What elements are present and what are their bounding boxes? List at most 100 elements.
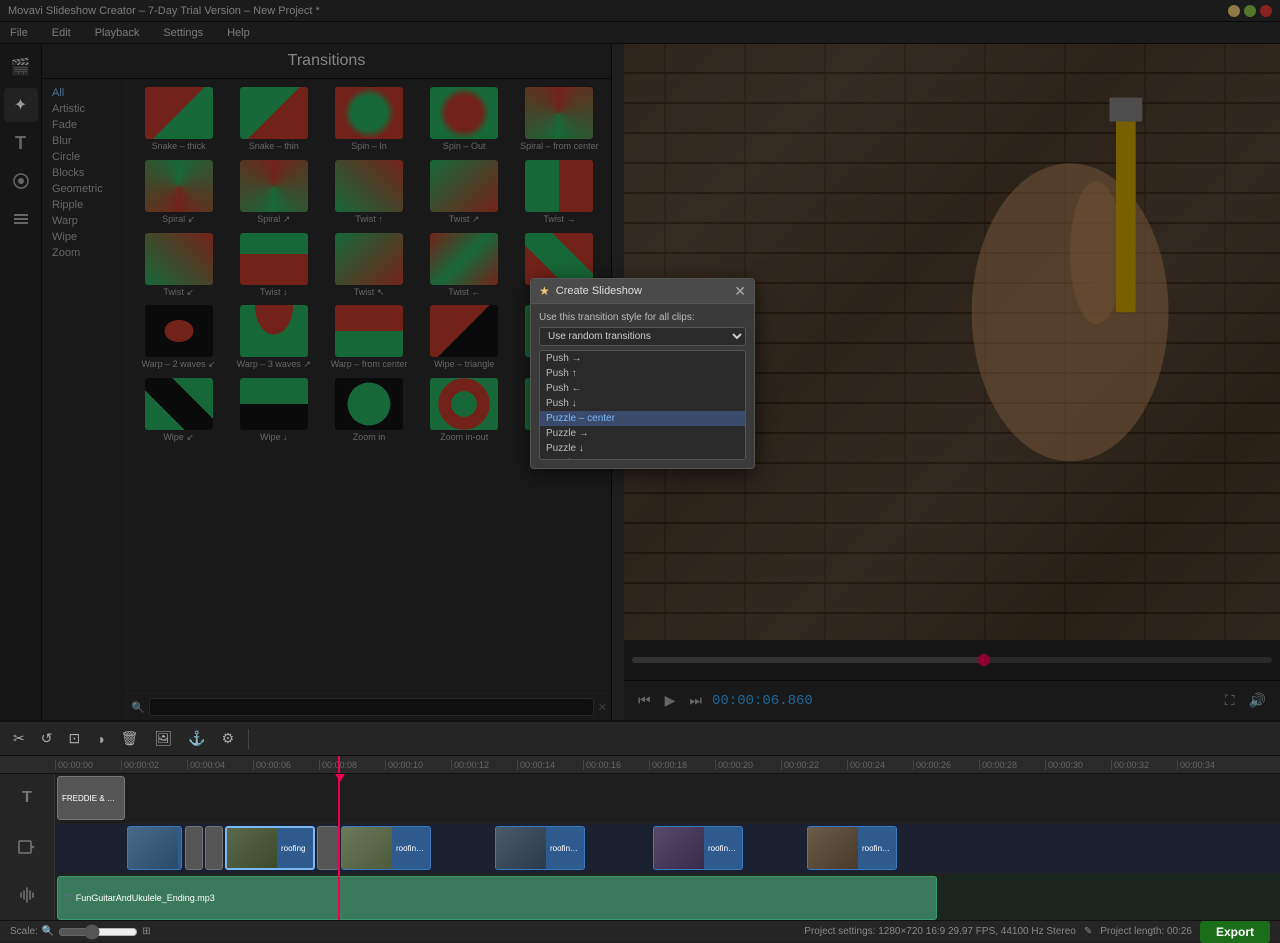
crop-button[interactable]: ⊡: [63, 727, 85, 750]
cat-fade[interactable]: Fade: [46, 117, 122, 133]
cut-tool-button[interactable]: ✂: [8, 727, 30, 750]
transition-spin-out[interactable]: Spin – Out: [419, 85, 510, 154]
clip-roofing4[interactable]: roofing 4.jpg: [653, 826, 743, 870]
maximize-btn[interactable]: [1244, 5, 1256, 17]
fast-forward-button[interactable]: ⏭: [685, 690, 706, 711]
list-item-push-up[interactable]: Push ↑: [540, 366, 745, 381]
zoom-in-icon[interactable]: ⊞: [142, 926, 150, 937]
cat-all[interactable]: All: [46, 85, 122, 101]
audio-clip[interactable]: 🎵 FunGuitarAndUkulele_Ending.mp3: [57, 876, 937, 920]
cat-circle[interactable]: Circle: [46, 149, 122, 165]
title-clip[interactable]: FREDDIE & CONTRACTORS: [57, 776, 125, 820]
list-item-puzzle-left[interactable]: Puzzle ←: [540, 456, 745, 460]
transition-zoom-in[interactable]: Zoom in: [323, 376, 414, 445]
close-btn[interactable]: [1260, 5, 1272, 17]
cat-zoom[interactable]: Zoom: [46, 245, 122, 261]
play-button[interactable]: ▶: [661, 690, 680, 711]
transition-list[interactable]: Push → Push ↑ Push ← Push ↓ Puzzle – cen…: [539, 350, 746, 460]
menu-file[interactable]: File: [4, 25, 34, 41]
transition-spiral2[interactable]: Spiral ↗: [228, 158, 319, 227]
transition-twist-down[interactable]: Twist ↓: [228, 231, 319, 300]
fullscreen-button[interactable]: ⛶: [1221, 690, 1239, 711]
clip-roofing[interactable]: roofing: [225, 826, 315, 870]
clear-search-icon[interactable]: ✕: [598, 701, 607, 714]
minimize-btn[interactable]: [1228, 5, 1240, 17]
timeline-area: ✂ ↺ ⊡ ◑ 🗑 🖼 ⚓ ⚙ 00:00:00 00:00:02 00:00:…: [0, 720, 1280, 920]
add-media-button[interactable]: 🖼: [149, 727, 177, 750]
cat-wipe[interactable]: Wipe: [46, 229, 122, 245]
ruler-mark: 00:00:32: [1111, 760, 1177, 770]
clip-roofing5[interactable]: roofing 5.jpg: [807, 826, 897, 870]
scale-slider[interactable]: [58, 924, 138, 940]
ruler-marks: 00:00:00 00:00:02 00:00:04 00:00:06 00:0…: [55, 760, 1243, 770]
transitions-icon[interactable]: ✦: [4, 88, 38, 122]
clip-roofing2[interactable]: roofing 2.jpg: [341, 826, 431, 870]
export-button[interactable]: Export: [1200, 921, 1270, 943]
menu-edit[interactable]: Edit: [46, 25, 77, 41]
transition-wipe-tri[interactable]: Wipe – triangle: [419, 303, 510, 372]
list-item-puzzle-center[interactable]: Puzzle – center: [540, 411, 745, 426]
transition-wipe-sw[interactable]: Wipe ↙: [133, 376, 224, 445]
transition-zoom-inout[interactable]: Zoom in-out: [419, 376, 510, 445]
transition-twist-nw[interactable]: Twist ↖: [323, 231, 414, 300]
cat-blur[interactable]: Blur: [46, 133, 122, 149]
progress-bar[interactable]: [632, 657, 1272, 663]
rewind-start-button[interactable]: ⏮: [634, 690, 655, 711]
cat-warp[interactable]: Warp: [46, 213, 122, 229]
transition-twist-right[interactable]: Twist →: [514, 158, 605, 227]
transition-snake-thick[interactable]: Snake – thick: [133, 85, 224, 154]
transition-spiral-center[interactable]: Spiral – from center: [514, 85, 605, 154]
ruler-mark: 00:00:10: [385, 760, 451, 770]
dialog-close-button[interactable]: ✕: [734, 284, 746, 298]
volume-button[interactable]: 🔊: [1245, 690, 1270, 711]
playback-controls: ⏮ ▶ ⏭ 00:00:06.860 ⛶ 🔊: [624, 680, 1280, 720]
zoom-out-icon[interactable]: 🔍: [42, 926, 54, 937]
clip-roofing3[interactable]: roofing 3.jpg: [495, 826, 585, 870]
transition-wipe-down[interactable]: Wipe ↓: [228, 376, 319, 445]
transition-twist-sw[interactable]: Twist ↙: [133, 231, 224, 300]
cat-blocks[interactable]: Blocks: [46, 165, 122, 181]
menu-settings[interactable]: Settings: [157, 25, 209, 41]
track-label-text[interactable]: T: [0, 774, 54, 823]
clip-icon1[interactable]: [185, 826, 203, 870]
menu-help[interactable]: Help: [221, 25, 256, 41]
list-item-push-right[interactable]: Push →: [540, 351, 745, 366]
stabilize-button[interactable]: ⚓: [183, 727, 210, 750]
color-button[interactable]: ◑: [91, 728, 109, 750]
transition-warp-center[interactable]: Warp – from center: [323, 303, 414, 372]
overlays-icon[interactable]: [4, 202, 38, 236]
progress-handle[interactable]: [978, 654, 990, 666]
transition-style-dropdown[interactable]: Use random transitions: [539, 327, 746, 346]
transition-snake-thin[interactable]: Snake – thin: [228, 85, 319, 154]
list-item-puzzle-down[interactable]: Puzzle ↓: [540, 441, 745, 456]
clip-icon3[interactable]: [317, 826, 339, 870]
track-label-audio[interactable]: [0, 871, 54, 920]
media-icon[interactable]: 🎬: [4, 50, 38, 84]
clip-roof1[interactable]: ROOF1: [127, 826, 182, 870]
search-input[interactable]: [149, 698, 594, 716]
transition-spiral1[interactable]: Spiral ↙: [133, 158, 224, 227]
list-item-push-left[interactable]: Push ←: [540, 381, 745, 396]
menu-playback[interactable]: Playback: [89, 25, 146, 41]
list-item-puzzle-right[interactable]: Puzzle →: [540, 426, 745, 441]
transition-twist-up[interactable]: Twist ↑: [323, 158, 414, 227]
transition-twist-ne[interactable]: Twist ↗: [419, 158, 510, 227]
track-label-video[interactable]: [0, 823, 54, 872]
edit-settings-icon[interactable]: ✎: [1084, 926, 1092, 937]
clip-icon2[interactable]: [205, 826, 223, 870]
list-item-push-down[interactable]: Push ↓: [540, 396, 745, 411]
settings-button[interactable]: ⚙: [217, 727, 240, 750]
transition-warp2[interactable]: Warp – 2 waves ↙: [133, 303, 224, 372]
menu-bar: File Edit Playback Settings Help: [0, 22, 1280, 44]
audio-track: 🎵 FunGuitarAndUkulele_Ending.mp3: [55, 874, 1280, 920]
titles-icon[interactable]: T: [4, 126, 38, 160]
cat-ripple[interactable]: Ripple: [46, 197, 122, 213]
transition-warp3[interactable]: Warp – 3 waves ↗: [228, 303, 319, 372]
delete-button[interactable]: 🗑: [116, 727, 144, 750]
transition-spin-in[interactable]: Spin – In: [323, 85, 414, 154]
transition-twist-left[interactable]: Twist ←: [419, 231, 510, 300]
undo-button[interactable]: ↺: [36, 727, 58, 750]
cat-geometric[interactable]: Geometric: [46, 181, 122, 197]
cat-artistic[interactable]: Artistic: [46, 101, 122, 117]
effects-icon[interactable]: [4, 164, 38, 198]
